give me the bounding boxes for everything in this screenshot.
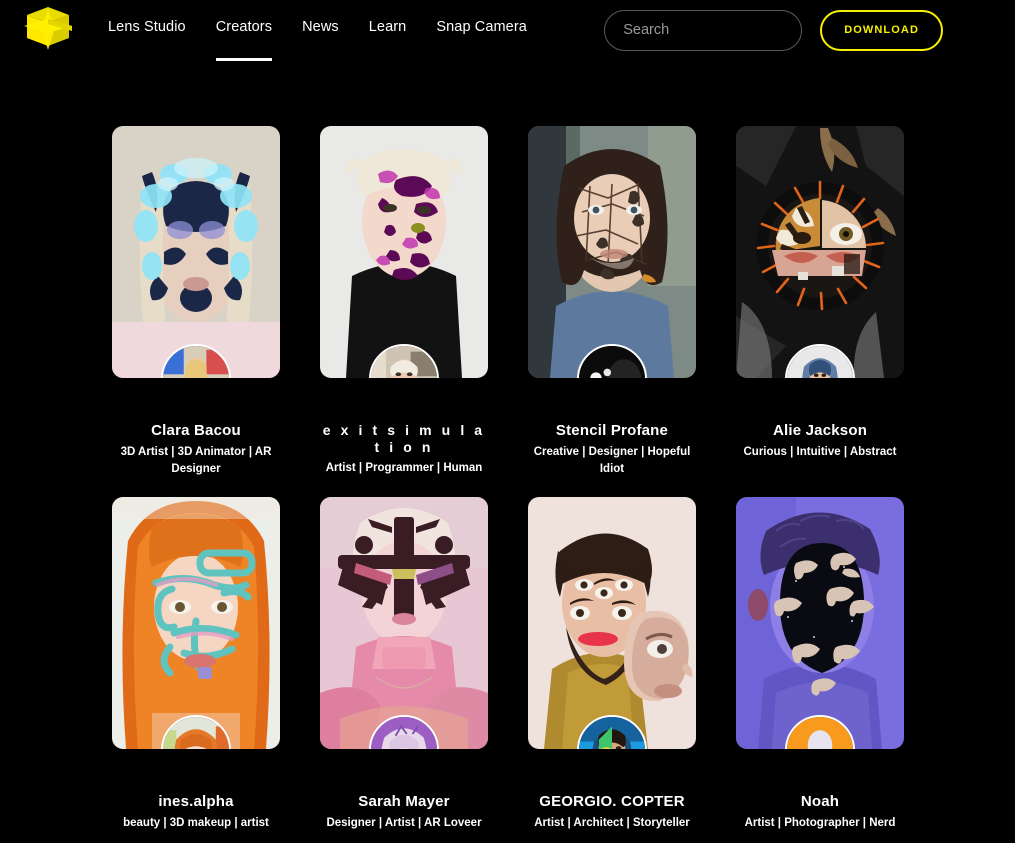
creator-lens-preview[interactable] <box>736 497 904 750</box>
creator-info: ines.alpha beauty | 3D makeup | artist <box>112 793 280 832</box>
creator-info: Sarah Mayer Designer | Artist | AR Lovee… <box>320 793 488 832</box>
creator-card[interactable]: GEORGIO. COPTER Artist | Architect | Sto… <box>528 497 696 832</box>
creator-card[interactable]: Stencil Profane Creative | Designer | Ho… <box>528 126 696 477</box>
creator-name: GEORGIO. COPTER <box>539 793 685 811</box>
creator-tagline: Artist | Photographer | Nerd <box>744 817 896 830</box>
snap-lens-studio-logo[interactable] <box>22 4 74 56</box>
download-button[interactable]: DOWNLOAD <box>820 9 943 51</box>
creator-lens-preview[interactable] <box>320 126 488 378</box>
creator-tagline: Creative | Designer | Hopeful Idiot <box>533 446 691 475</box>
main-navigation: Lens Studio Creators News Learn Snap Cam… <box>108 0 527 60</box>
creator-info: e x i t s i m u l a t i o n Artist | Pro… <box>320 422 488 476</box>
creator-lens-preview[interactable] <box>320 497 488 750</box>
creator-card[interactable]: Alie Jackson Curious | Intuitive | Abstr… <box>736 126 904 477</box>
creator-tagline: 3D Artist | 3D Animator | AR Designer <box>120 446 272 475</box>
creator-lens-preview[interactable] <box>112 497 280 750</box>
creator-name: ines.alpha <box>158 793 234 811</box>
creator-info: Clara Bacou 3D Artist | 3D Animator | AR… <box>112 422 280 477</box>
creator-name: Clara Bacou <box>151 422 241 439</box>
nav-item-learn[interactable]: Learn <box>369 19 407 61</box>
nav-label: Learn <box>368 19 407 35</box>
creator-info: Alie Jackson Curious | Intuitive | Abstr… <box>736 422 904 461</box>
creator-info: GEORGIO. COPTER Artist | Architect | Sto… <box>528 793 696 832</box>
nav-item-lens-studio[interactable]: Lens Studio <box>108 19 186 61</box>
creator-grid: Clara Bacou 3D Artist | 3D Animator | AR… <box>112 126 918 843</box>
creator-name: Noah <box>800 793 840 811</box>
creator-card[interactable]: ines.alpha beauty | 3D makeup | artist <box>112 497 280 832</box>
nav-item-creators[interactable]: Creators <box>216 19 272 61</box>
creator-tagline: Curious | Intuitive | Abstract <box>743 446 897 458</box>
creator-name: e x i t s i m u l a t i o n <box>322 422 486 455</box>
creator-lens-preview[interactable] <box>736 126 904 378</box>
nav-item-snap-camera[interactable]: Snap Camera <box>436 19 527 61</box>
nav-label: Creators <box>215 19 273 35</box>
creator-lens-preview[interactable] <box>528 497 696 750</box>
creator-card[interactable]: Clara Bacou 3D Artist | 3D Animator | AR… <box>112 126 280 477</box>
nav-label: Snap Camera <box>436 19 527 35</box>
creator-tagline: Artist | Programmer | Human <box>325 461 483 474</box>
creator-name: Sarah Mayer <box>358 793 450 811</box>
nav-label: News <box>302 19 339 35</box>
creator-tagline: beauty | 3D makeup | artist <box>123 817 269 830</box>
creator-card[interactable]: Sarah Mayer Designer | Artist | AR Lovee… <box>320 497 488 832</box>
creator-card[interactable]: e x i t s i m u l a t i o n Artist | Pro… <box>320 126 488 477</box>
creator-card[interactable]: Noah Artist | Photographer | Nerd <box>736 497 904 832</box>
creator-info: Stencil Profane Creative | Designer | Ho… <box>528 422 696 477</box>
nav-item-news[interactable]: News <box>302 19 339 61</box>
search-box[interactable] <box>604 9 803 51</box>
nav-label: Lens Studio <box>108 19 186 35</box>
creator-tagline: Artist | Architect | Storyteller <box>534 817 690 830</box>
creator-lens-preview[interactable] <box>528 126 696 378</box>
creator-name: Stencil Profane <box>555 422 669 439</box>
header-actions: DOWNLOAD <box>604 9 995 51</box>
search-input[interactable] <box>623 22 784 38</box>
creator-tagline: Designer | Artist | AR Loveer <box>326 817 482 830</box>
creator-info: Noah Artist | Photographer | Nerd <box>736 793 904 832</box>
creator-name: Alie Jackson <box>772 422 868 439</box>
site-header: Lens Studio Creators News Learn Snap Cam… <box>0 0 1015 60</box>
creator-lens-preview[interactable] <box>112 126 280 378</box>
